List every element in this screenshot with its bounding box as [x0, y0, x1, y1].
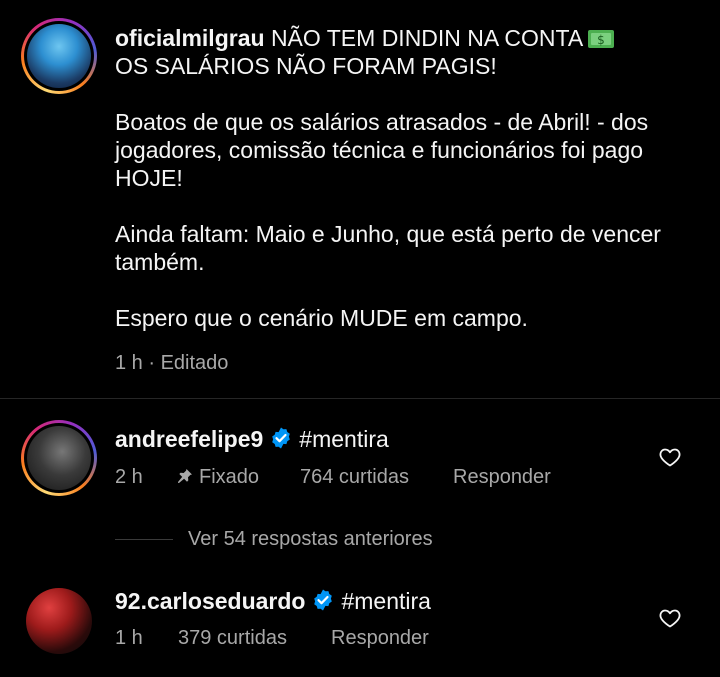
comment-avatar[interactable]	[21, 420, 97, 496]
verified-badge-icon	[314, 589, 333, 611]
comment-username[interactable]: 92.carloseduardo	[115, 588, 305, 614]
reply-button[interactable]: Responder	[453, 466, 551, 489]
avatar-image	[27, 24, 91, 88]
post-caption: oficialmilgrau NÃO TEM DINDIN NA CONTA $…	[115, 24, 685, 332]
reply-button[interactable]: Responder	[331, 627, 429, 650]
like-heart-icon[interactable]	[658, 606, 682, 630]
comment-time: 1 h	[115, 627, 143, 649]
comment-meta: 1 h 379 curtidas Responder	[115, 627, 635, 653]
pinned-text: Fixado	[199, 466, 260, 488]
post-author-avatar[interactable]	[21, 18, 97, 94]
likes-count[interactable]: 764 curtidas	[300, 466, 409, 489]
comment-text: #mentira	[299, 426, 389, 452]
divider	[0, 398, 720, 399]
pin-icon	[178, 469, 192, 483]
caption-body: OS SALÁRIOS NÃO FORAM PAGIS! Boatos de q…	[115, 53, 661, 331]
like-heart-icon[interactable]	[658, 445, 682, 469]
likes-count[interactable]: 379 curtidas	[178, 627, 287, 650]
avatar-image	[27, 426, 91, 490]
comment-meta: 2 h Fixado 764 curtidas Responder	[115, 466, 635, 492]
post-meta: 1 h · Editado	[115, 352, 229, 374]
svg-text:$: $	[597, 33, 605, 47]
comment-body: andreefelipe9 #mentira	[115, 425, 389, 453]
replies-line	[115, 539, 173, 540]
comment-time: 2 h	[115, 466, 143, 488]
post-username[interactable]: oficialmilgrau	[115, 25, 265, 51]
comment-body: 92.carloseduardo #mentira	[115, 587, 431, 615]
comment-text: #mentira	[341, 588, 431, 614]
comment-username[interactable]: andreefelipe9	[115, 426, 263, 452]
pinned-label: Fixado	[177, 466, 259, 489]
money-banknote-icon: $	[588, 30, 615, 48]
comment-avatar[interactable]	[26, 588, 92, 654]
view-previous-replies[interactable]: Ver 54 respostas anteriores	[188, 528, 433, 551]
verified-badge-icon	[272, 427, 291, 449]
caption-first-line: NÃO TEM DINDIN NA CONTA	[270, 25, 582, 51]
